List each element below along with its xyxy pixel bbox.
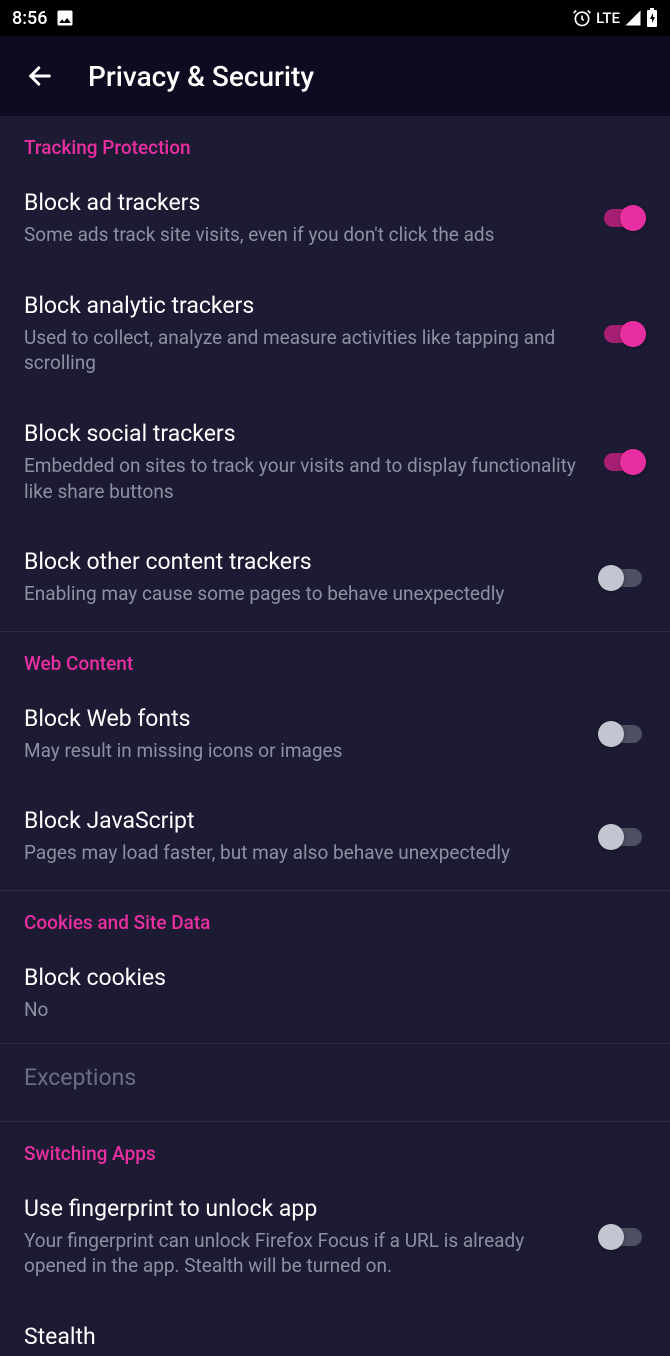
- pref-subtitle: Some ads track site visits, even if you …: [24, 222, 584, 248]
- toggle-block-web-fonts[interactable]: [600, 722, 646, 746]
- pref-subtitle: Pages may load faster, but may also beha…: [24, 840, 584, 866]
- toggle-block-javascript[interactable]: [600, 825, 646, 849]
- toggle-fingerprint-unlock[interactable]: [600, 1225, 646, 1249]
- back-button[interactable]: [20, 56, 60, 96]
- section-switching-apps: Switching Apps: [0, 1122, 670, 1175]
- pref-title: Exceptions: [24, 1064, 646, 1091]
- pref-subtitle: No: [24, 997, 646, 1023]
- pref-title: Block other content trackers: [24, 548, 584, 575]
- pref-subtitle: May result in missing icons or images: [24, 738, 584, 764]
- status-time: 8:56: [12, 8, 47, 29]
- alarm-icon: [572, 8, 592, 28]
- pref-block-ad-trackers[interactable]: Block ad trackers Some ads track site vi…: [0, 169, 670, 272]
- section-tracking-protection: Tracking Protection: [0, 116, 670, 169]
- pref-subtitle: Used to collect, analyze and measure act…: [24, 325, 584, 376]
- pref-block-cookies[interactable]: Block cookies No: [0, 944, 670, 1043]
- pref-subtitle: Your fingerprint can unlock Firefox Focu…: [24, 1228, 584, 1279]
- section-web-content: Web Content: [0, 632, 670, 685]
- pref-title: Block JavaScript: [24, 807, 584, 834]
- pref-title: Block analytic trackers: [24, 292, 584, 319]
- battery-icon: [646, 8, 658, 28]
- pref-stealth[interactable]: Stealth: [0, 1303, 670, 1356]
- pref-block-javascript[interactable]: Block JavaScript Pages may load faster, …: [0, 787, 670, 890]
- toggle-block-analytic-trackers[interactable]: [600, 322, 646, 346]
- section-cookies: Cookies and Site Data: [0, 891, 670, 944]
- pref-block-other-trackers[interactable]: Block other content trackers Enabling ma…: [0, 528, 670, 631]
- page-title: Privacy & Security: [88, 60, 314, 93]
- pref-title: Block cookies: [24, 964, 646, 991]
- pref-title: Block Web fonts: [24, 705, 584, 732]
- image-icon: [55, 8, 75, 28]
- pref-subtitle: Embedded on sites to track your visits a…: [24, 453, 584, 504]
- toggle-block-social-trackers[interactable]: [600, 450, 646, 474]
- pref-title: Use fingerprint to unlock app: [24, 1195, 584, 1222]
- pref-title: Block social trackers: [24, 420, 584, 447]
- pref-title: Stealth: [24, 1323, 646, 1350]
- network-label: LTE: [596, 9, 620, 27]
- pref-block-analytic-trackers[interactable]: Block analytic trackers Used to collect,…: [0, 272, 670, 400]
- pref-block-web-fonts[interactable]: Block Web fonts May result in missing ic…: [0, 685, 670, 788]
- pref-subtitle: Enabling may cause some pages to behave …: [24, 581, 584, 607]
- app-header: Privacy & Security: [0, 36, 670, 116]
- pref-block-social-trackers[interactable]: Block social trackers Embedded on sites …: [0, 400, 670, 528]
- toggle-block-ad-trackers[interactable]: [600, 206, 646, 230]
- pref-title: Block ad trackers: [24, 189, 584, 216]
- toggle-block-other-trackers[interactable]: [600, 566, 646, 590]
- signal-icon: [624, 9, 642, 27]
- arrow-left-icon: [26, 62, 54, 90]
- status-bar: 8:56 LTE: [0, 0, 670, 36]
- pref-exceptions[interactable]: Exceptions: [0, 1044, 670, 1121]
- pref-fingerprint-unlock[interactable]: Use fingerprint to unlock app Your finge…: [0, 1175, 670, 1303]
